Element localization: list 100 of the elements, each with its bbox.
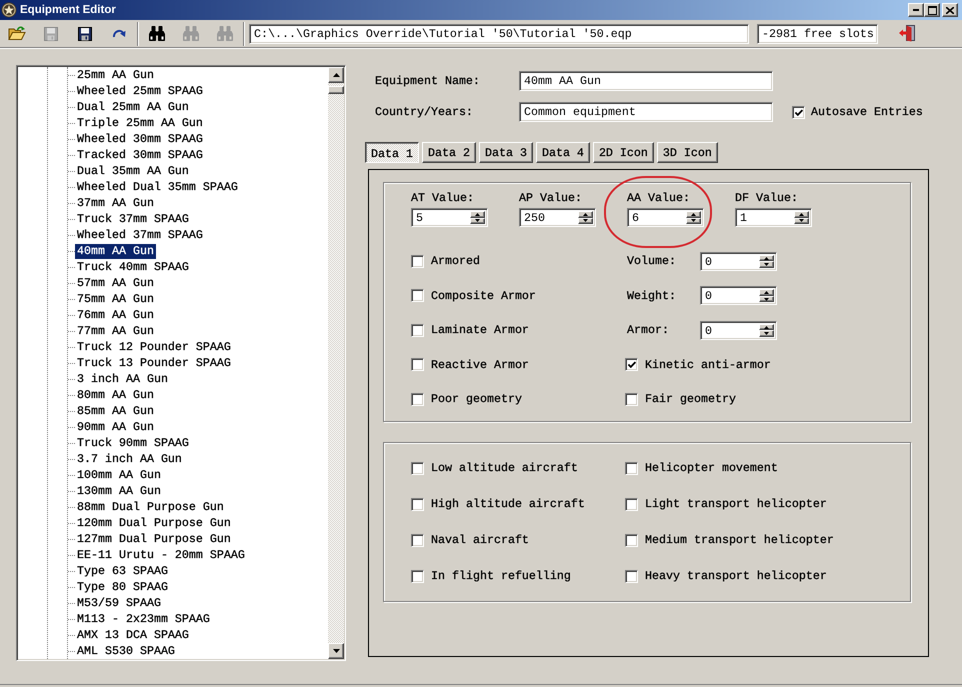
tab[interactable]: Data 4 (536, 142, 590, 163)
tree-item[interactable]: Wheeled 37mm SPAAG (75, 228, 205, 242)
tab[interactable]: 3D Icon (656, 142, 718, 163)
tree-item[interactable]: 77mm AA Gun (75, 324, 156, 338)
checkbox-label[interactable]: Composite Armor (431, 288, 536, 303)
tree-item[interactable]: Truck 90mm SPAAG (75, 436, 191, 450)
checkbox[interactable] (411, 358, 424, 372)
tree-item[interactable]: Wheeled Dual 35mm SPAAG (75, 180, 240, 194)
tree-item[interactable]: 3.7 inch AA Gun (75, 452, 184, 466)
tree-item[interactable]: Truck 12 Pounder SPAAG (75, 340, 233, 354)
tree-item[interactable]: M53/59 SPAAG (75, 596, 163, 610)
tree-item[interactable]: 3 inch AA Gun (75, 372, 170, 386)
tree-item[interactable]: 88mm Dual Purpose Gun (75, 500, 226, 514)
tree-item[interactable]: Wheeled 30mm SPAAG (75, 132, 205, 146)
path-field[interactable]: C:\...\Graphics Override\Tutorial '50\Tutorial '50.eqp (249, 24, 749, 44)
tree-item[interactable]: 100mm AA Gun (75, 468, 163, 482)
tab[interactable]: Data 3 (478, 142, 533, 163)
checkbox-label[interactable]: Kinetic anti-armor (645, 358, 771, 372)
tree-item[interactable]: 57mm AA Gun (75, 276, 156, 290)
tree-item[interactable]: Dual 35mm AA Gun (75, 164, 191, 178)
spin-up-button[interactable] (759, 254, 774, 262)
tree-item[interactable]: 120mm Dual Purpose Gun (75, 516, 233, 530)
tree-item[interactable]: 130mm AA Gun (75, 484, 163, 498)
spin-up-button[interactable] (759, 289, 774, 296)
tree-item[interactable]: 127mm Dual Purpose Gun (75, 532, 233, 546)
scroll-up-button[interactable] (328, 67, 344, 83)
checkbox[interactable] (411, 324, 424, 337)
tree-item[interactable]: Tracked 30mm SPAAG (75, 148, 205, 162)
tree-item[interactable]: 37mm AA Gun (75, 196, 156, 210)
scroll-down-button[interactable] (328, 643, 344, 659)
checkbox-label[interactable]: Heavy transport helicopter (645, 569, 827, 583)
checkbox[interactable] (625, 570, 638, 582)
checkbox-label[interactable]: Light transport helicopter (645, 497, 827, 511)
tab[interactable]: 2D Icon (592, 142, 654, 163)
checkbox[interactable] (411, 254, 424, 268)
spin-up-button[interactable] (794, 211, 809, 218)
tab[interactable]: Data 1 (365, 142, 419, 163)
tree-item[interactable]: AML S530 SPAAG (75, 644, 177, 658)
tree-item[interactable]: 75mm AA Gun (75, 292, 156, 306)
checkbox-label[interactable]: Armored (431, 254, 480, 268)
text-field[interactable]: 40mm AA Gun (519, 71, 773, 91)
spin-field[interactable]: 1 (735, 208, 812, 227)
tab[interactable]: Data 2 (422, 142, 476, 163)
tree-item[interactable]: Triple 25mm AA Gun (75, 116, 205, 130)
spin-up-button[interactable] (759, 324, 774, 330)
tree-item[interactable]: M113 - 2x23mm SPAAG (75, 612, 212, 626)
tree-item[interactable]: Truck 37mm SPAAG (75, 212, 191, 226)
tree-item[interactable]: 76mm AA Gun (75, 308, 156, 322)
spin-field[interactable]: 0 (700, 286, 777, 306)
checkbox-label[interactable]: In flight refuelling (431, 569, 571, 583)
tree-item[interactable]: Type 80 SPAAG (75, 580, 170, 594)
checkbox-label[interactable]: Laminate Armor (431, 323, 529, 338)
checkbox[interactable] (625, 534, 638, 546)
tree-item[interactable]: 25mm AA Gun (75, 68, 156, 82)
spin-field[interactable]: 0 (700, 252, 777, 271)
tree-item[interactable]: 40mm AA Gun (75, 244, 156, 258)
checkbox-label[interactable]: Autosave Entries (811, 105, 923, 119)
minimize-button[interactable] (908, 3, 924, 17)
spin-field[interactable]: 0 (700, 320, 777, 340)
tree-item[interactable]: 85mm AA Gun (75, 404, 156, 418)
scroll-thumb[interactable] (328, 86, 344, 94)
checkbox[interactable] (625, 358, 638, 372)
tree-item[interactable]: Truck 40mm SPAAG (75, 260, 191, 274)
spin-up-button[interactable] (578, 211, 593, 218)
checkbox-label[interactable]: Naval aircraft (431, 533, 529, 547)
checkbox[interactable] (625, 392, 638, 406)
spin-field[interactable]: 250 (519, 208, 596, 227)
spin-down-button[interactable] (759, 330, 774, 337)
spin-up-button[interactable] (470, 211, 485, 218)
tree-item[interactable]: AMX 13 DCA SPAAG (75, 628, 191, 642)
checkbox[interactable] (625, 498, 638, 510)
checkbox[interactable] (411, 570, 424, 582)
spin-field[interactable]: 5 (411, 208, 488, 227)
checkbox[interactable] (411, 534, 424, 546)
tree-item[interactable]: Wheeled 25mm SPAAG (75, 84, 205, 98)
checkbox-label[interactable]: Poor geometry (431, 392, 522, 406)
spin-field[interactable]: 6 (627, 208, 704, 227)
checkbox-label[interactable]: High altitude aircraft (431, 497, 585, 511)
tree-item[interactable]: Type 63 SPAAG (75, 564, 170, 578)
tree-item[interactable]: EE-11 Urutu - 20mm SPAAG (75, 548, 247, 562)
checkbox[interactable] (411, 462, 424, 474)
checkbox[interactable] (792, 106, 805, 118)
maximize-button[interactable] (924, 3, 940, 17)
checkbox-label[interactable]: Medium transport helicopter (645, 533, 834, 547)
tree-item[interactable]: Truck 13 Pounder SPAAG (75, 356, 233, 370)
text-field[interactable]: Common equipment (519, 102, 773, 122)
spin-up-button[interactable] (686, 211, 701, 218)
spin-down-button[interactable] (759, 261, 774, 268)
checkbox[interactable] (411, 289, 424, 302)
checkbox-label[interactable]: Helicopter movement (645, 461, 778, 475)
checkbox[interactable] (411, 392, 424, 406)
checkbox[interactable] (411, 498, 424, 510)
checkbox[interactable] (625, 462, 638, 474)
checkbox-label[interactable]: Low altitude aircraft (431, 461, 578, 475)
close-button[interactable] (942, 3, 958, 17)
checkbox-label[interactable]: Reactive Armor (431, 358, 529, 372)
tree-item[interactable]: Dual 25mm AA Gun (75, 100, 191, 114)
tree-item[interactable]: 90mm AA Gun (75, 420, 156, 434)
tree-item[interactable]: 80mm AA Gun (75, 388, 156, 402)
checkbox-label[interactable]: Fair geometry (645, 392, 736, 406)
